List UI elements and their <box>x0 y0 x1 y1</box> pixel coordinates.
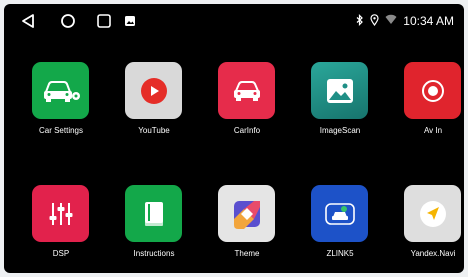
app-imagescan[interactable]: ImageScan <box>295 62 385 152</box>
location-icon <box>370 13 379 29</box>
app-label: Av In <box>423 126 443 135</box>
theme-icon <box>233 200 260 229</box>
app-zlink5[interactable]: ZLINK5 <box>295 185 385 273</box>
av-in-tile[interactable] <box>404 62 461 119</box>
car-settings-tile[interactable] <box>32 62 89 119</box>
theme-tile[interactable] <box>218 185 275 242</box>
status-bar: 10:34 AM <box>4 4 464 38</box>
youtube-tile[interactable] <box>125 62 182 119</box>
app-youtube[interactable]: YouTube <box>109 62 199 152</box>
book-icon <box>144 201 163 226</box>
carinfo-tile[interactable] <box>218 62 275 119</box>
app-instructions[interactable]: Instructions <box>109 185 199 273</box>
app-label: Yandex.Navi <box>410 249 456 258</box>
instructions-tile[interactable] <box>125 185 182 242</box>
app-car-settings[interactable]: Car Settings <box>16 62 106 152</box>
home-icon[interactable] <box>58 11 78 31</box>
bluetooth-icon <box>356 13 364 29</box>
app-dsp[interactable]: DSP <box>16 185 106 273</box>
clock: 10:34 AM <box>403 14 454 28</box>
app-av-in[interactable]: Av In <box>388 62 464 152</box>
image-icon <box>326 78 353 103</box>
youtube-icon <box>140 77 167 104</box>
status-icons: 10:34 AM <box>356 13 454 29</box>
app-yandex-navi[interactable]: Yandex.Navi <box>388 185 464 273</box>
screenshot-icon[interactable] <box>120 11 140 31</box>
zlink-icon <box>324 202 355 225</box>
imagescan-tile[interactable] <box>311 62 368 119</box>
record-icon <box>421 79 444 102</box>
equalizer-icon <box>49 202 72 225</box>
back-icon[interactable] <box>18 11 38 31</box>
app-theme[interactable]: Theme <box>202 185 292 273</box>
yandex-navi-tile[interactable] <box>404 185 461 242</box>
dsp-tile[interactable] <box>32 185 89 242</box>
car-info-icon <box>233 80 260 101</box>
navigator-icon <box>419 200 446 227</box>
screen: 10:34 AM Car Settings YouTube CarInfo Im… <box>4 4 464 273</box>
app-carinfo[interactable]: CarInfo <box>202 62 292 152</box>
wifi-icon <box>385 14 397 28</box>
recents-icon[interactable] <box>94 11 114 31</box>
car-settings-icon <box>43 80 80 102</box>
zlink5-tile[interactable] <box>311 185 368 242</box>
